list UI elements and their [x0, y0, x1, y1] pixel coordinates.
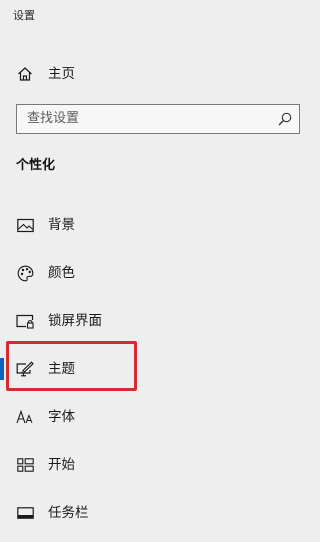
section-heading: 个性化 [16, 158, 56, 173]
nav-item-label: 开始 [48, 457, 75, 473]
nav-item-background[interactable]: 背景 [0, 206, 315, 244]
taskbar-icon [16, 504, 34, 522]
nav-item-start[interactable]: 开始 [0, 446, 315, 484]
search-box[interactable] [16, 104, 300, 134]
home-icon [16, 65, 34, 83]
lock-screen-icon [16, 312, 34, 330]
selected-indicator [0, 358, 4, 380]
nav-item-lock-screen[interactable]: 锁屏界面 [0, 302, 315, 340]
start-icon [16, 456, 34, 474]
search-icon[interactable] [277, 111, 293, 127]
font-icon [16, 408, 34, 426]
nav-item-colors[interactable]: 颜色 [0, 254, 315, 292]
picture-icon [16, 216, 34, 234]
search-input[interactable] [17, 105, 277, 132]
nav-item-taskbar[interactable]: 任务栏 [0, 494, 315, 532]
nav-item-label: 字体 [48, 409, 75, 425]
settings-window-title: 设置 [13, 9, 35, 22]
nav-home-label: 主页 [48, 66, 75, 82]
nav-item-label: 任务栏 [48, 505, 89, 521]
nav-item-label: 颜色 [48, 265, 75, 281]
nav-item-fonts[interactable]: 字体 [0, 398, 315, 436]
nav-item-label: 锁屏界面 [48, 313, 102, 329]
nav-home[interactable]: 主页 [0, 59, 315, 89]
palette-icon [16, 264, 34, 282]
highlight-annotation [6, 341, 137, 391]
nav-item-label: 背景 [48, 217, 75, 233]
